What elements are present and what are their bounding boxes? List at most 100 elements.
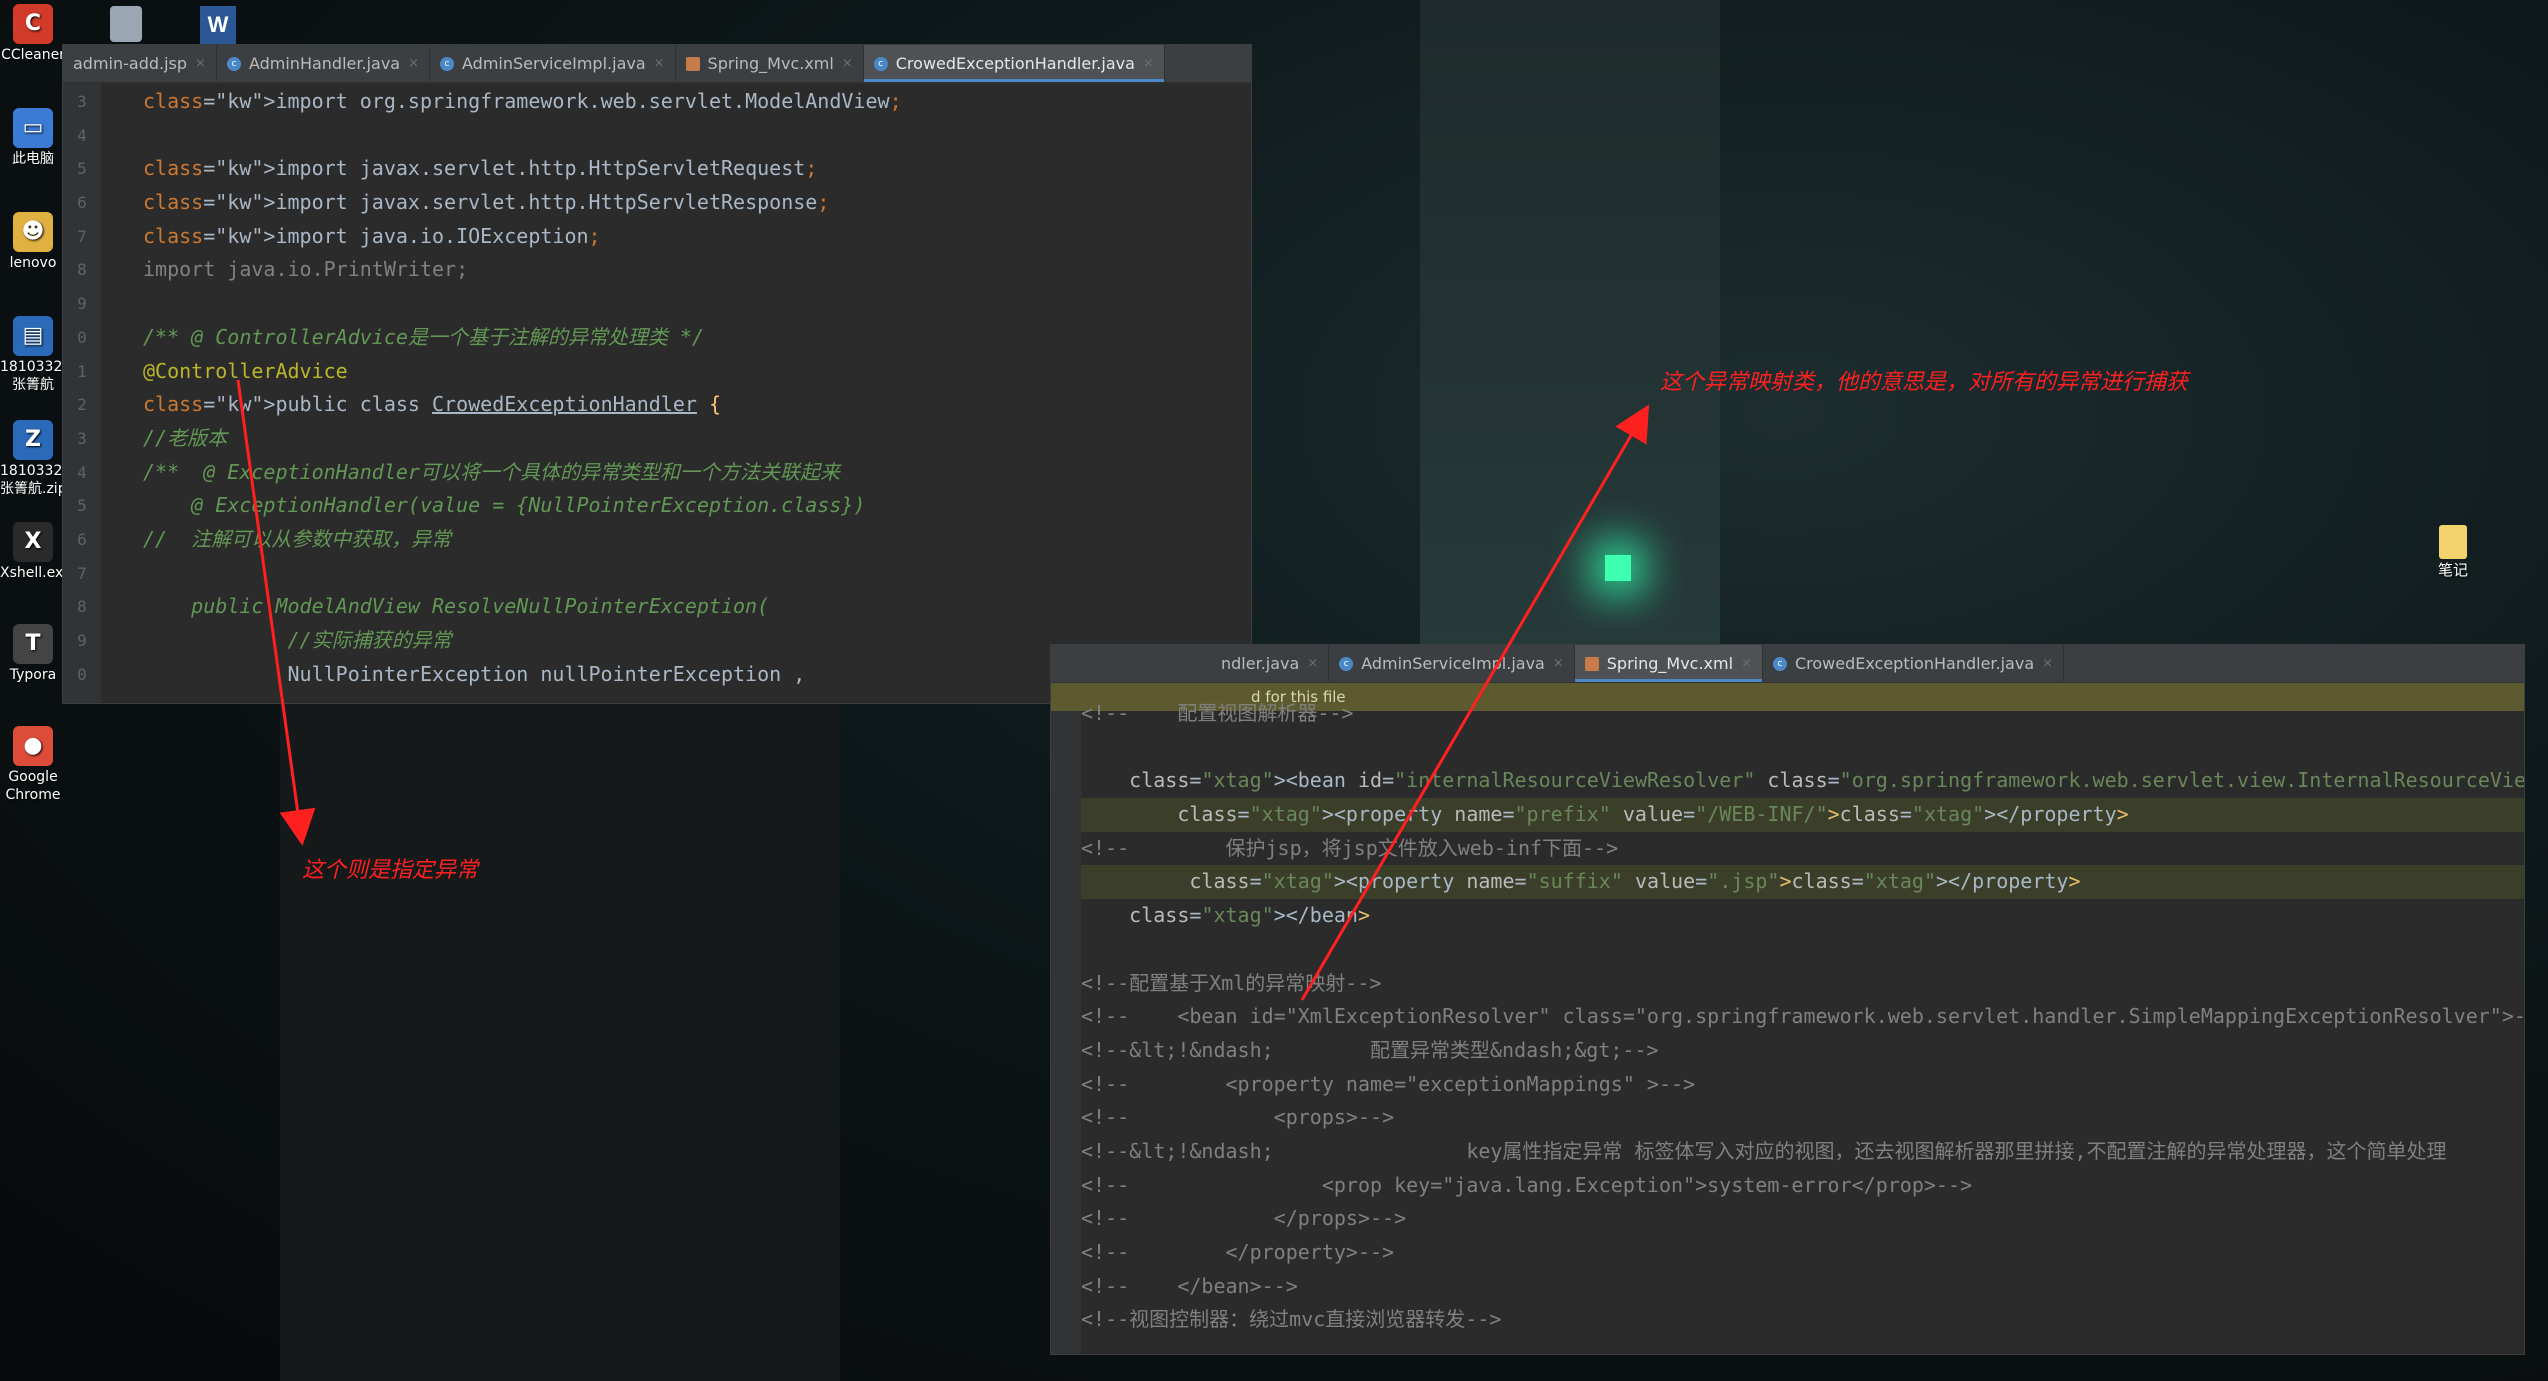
xml-editor-window[interactable]: ndler.java × c AdminServiceImpl.java × Spring…: [1050, 644, 2525, 1355]
desktop-icon[interactable]: ☻ lenovo: [0, 212, 66, 272]
close-icon[interactable]: ×: [1307, 656, 1318, 671]
code-line[interactable]: class="xtag"><bean id="internalResourceV…: [1081, 764, 2524, 798]
wallpaper-light: [1605, 555, 1631, 581]
code-line[interactable]: <!-- </props>-->: [1081, 1202, 2524, 1236]
code-line[interactable]: class="kw">import org.springframework.we…: [143, 85, 1251, 119]
code-lines[interactable]: <!-- 配置视图解析器--> class="xtag"><bean id="i…: [1081, 697, 2524, 1337]
code-line[interactable]: [143, 557, 1251, 591]
code-line[interactable]: public ModelAndView ResolveNullPointerEx…: [143, 590, 1251, 624]
java-editor-window[interactable]: admin-add.jsp × c AdminHandler.java × c AdminS…: [62, 44, 1252, 704]
tab-label: CrowedExceptionHandler.java: [1794, 654, 2035, 673]
desktop-icon[interactable]: ▭ 此电脑: [0, 108, 66, 168]
code-line[interactable]: <!-- 配置视图解析器-->: [1081, 697, 2524, 731]
code-line[interactable]: <!-- 保护jsp，将jsp文件放入web-inf下面-->: [1081, 832, 2524, 866]
code-line[interactable]: [1081, 731, 2524, 765]
tab-label: Spring_Mvc.xml: [1606, 654, 1734, 673]
code-line[interactable]: <!--视图控制器：绕过mvc直接浏览器转发-->: [1081, 1303, 2524, 1337]
desktop-icon[interactable]: ● Google Chrome: [0, 726, 66, 804]
close-icon[interactable]: ×: [654, 56, 665, 71]
close-icon[interactable]: ×: [1553, 656, 1564, 671]
line-number: 7: [77, 226, 87, 246]
desktop-icon[interactable]: T Typora: [0, 624, 66, 684]
code-line[interactable]: <!--&lt;!&ndash; 配置异常类型&ndash;&gt;-->: [1081, 1034, 2524, 1068]
line-number: 5: [77, 496, 87, 516]
close-icon[interactable]: ×: [1741, 656, 1752, 671]
code-line[interactable]: /** @ ControllerAdvice是一个基于注解的异常处理类 */: [143, 321, 1251, 355]
close-icon[interactable]: ×: [195, 56, 206, 71]
xml-code-area[interactable]: <!-- 配置视图解析器--> class="xtag"><bean id="i…: [1051, 701, 2524, 1354]
desktop-icon[interactable]: X Xshell.exe: [0, 522, 72, 582]
code-line[interactable]: <!-- </property>-->: [1081, 1236, 2524, 1270]
app-icon: ☻: [13, 212, 53, 252]
app-icon: C: [13, 4, 53, 44]
close-icon[interactable]: ×: [1143, 56, 1154, 71]
code-line[interactable]: <!-- <bean id="XmlExceptionResolver" cla…: [1081, 1000, 2524, 1034]
code-line[interactable]: class="xtag"></bean>: [1081, 899, 2524, 933]
editor-tab[interactable]: ndler.java ×: [1211, 645, 1330, 682]
desktop-icon-label: Xshell.exe: [0, 565, 72, 581]
tab-label: AdminHandler.java: [248, 54, 401, 73]
code-line[interactable]: import java.io.PrintWriter;: [143, 253, 1251, 287]
editor-tab[interactable]: Spring_Mvc.xml ×: [1574, 645, 1763, 682]
editor-tab[interactable]: c AdminServiceImpl.java ×: [1329, 645, 1575, 682]
code-line[interactable]: <!-- <props>-->: [1081, 1101, 2524, 1135]
desktop-icon-label: Typora: [9, 667, 57, 683]
tab-label: ndler.java: [1221, 654, 1300, 673]
code-line[interactable]: class="xtag"><property name="suffix" val…: [1081, 865, 2524, 900]
desktop-icon-notes[interactable]: 笔记: [2420, 525, 2486, 580]
code-line[interactable]: [143, 119, 1251, 153]
code-line[interactable]: class="xtag"><property name="prefix" val…: [1081, 798, 2524, 832]
code-line[interactable]: <!--&lt;!&ndash; key属性指定异常 标签体写入对应的视图，还去…: [1081, 1135, 2524, 1169]
tab-label: AdminServiceImpl.java: [462, 54, 646, 73]
editor-tab[interactable]: Spring_Mvc.xml ×: [676, 45, 864, 82]
app-icon: T: [13, 624, 53, 664]
code-line[interactable]: <!-- <property name="exceptionMappings" …: [1081, 1068, 2524, 1102]
desktop-icon-label: 18103320 张箐航.zip: [0, 463, 72, 497]
app-icon: ●: [13, 726, 53, 766]
editor-tab[interactable]: c CrowedExceptionHandler.java ×: [1763, 645, 2065, 682]
desktop-icon[interactable]: ▤ 18103320 张箐航: [0, 316, 72, 394]
line-number: 4: [77, 125, 87, 145]
line-number: 8: [77, 597, 87, 617]
editor-tab[interactable]: admin-add.jsp ×: [63, 45, 217, 82]
code-line[interactable]: // 注解可以从参数中获取，异常: [143, 523, 1251, 557]
close-icon[interactable]: ×: [408, 56, 419, 71]
code-line[interactable]: class="kw">import javax.servlet.http.Htt…: [143, 186, 1251, 220]
desktop-icon[interactable]: C CCleaner: [0, 4, 66, 64]
code-line[interactable]: <!-- </bean>-->: [1081, 1270, 2524, 1304]
code-line[interactable]: class="kw">import javax.servlet.http.Htt…: [143, 152, 1251, 186]
wallpaper-building: [280, 700, 840, 1381]
line-number: 0: [77, 664, 87, 684]
word-document-icon[interactable]: W: [200, 6, 236, 44]
code-line[interactable]: @ ExceptionHandler(value = {NullPointerE…: [143, 489, 1251, 523]
editor-tab[interactable]: c AdminServiceImpl.java ×: [430, 45, 676, 82]
java-code-area[interactable]: 3 4 5 6 7 8 9 0 1 2 3 4 5 6 7 8 9 0 class="kw">import org…: [63, 83, 1251, 703]
recycle-bin-icon[interactable]: [110, 6, 142, 42]
code-line[interactable]: //老版本: [143, 422, 1251, 456]
close-icon[interactable]: ×: [842, 56, 853, 71]
code-line[interactable]: <!-- <prop key="java.lang.Exception">sys…: [1081, 1169, 2524, 1203]
desktop-icon-label: CCleaner: [1, 47, 65, 63]
close-icon[interactable]: ×: [2042, 656, 2053, 671]
editor-tab[interactable]: c CrowedExceptionHandler.java ×: [863, 45, 1165, 82]
app-icon: Z: [13, 420, 53, 460]
code-line[interactable]: class="kw">import java.io.IOException;: [143, 220, 1251, 254]
line-number: 7: [77, 563, 87, 583]
editor-tab-bar: admin-add.jsp × c AdminHandler.java × c AdminS…: [63, 45, 1251, 83]
line-number: 9: [77, 294, 87, 314]
code-line[interactable]: @ControllerAdvice: [143, 355, 1251, 389]
editor-tab[interactable]: c AdminHandler.java ×: [217, 45, 430, 82]
desktop-icon[interactable]: Z 18103320 张箐航.zip: [0, 420, 72, 498]
code-line[interactable]: class="kw">public class CrowedExceptionH…: [143, 388, 1251, 422]
line-number: 2: [77, 395, 87, 415]
editor-tab-bar: ndler.java × c AdminServiceImpl.java × Spring…: [1051, 645, 2524, 683]
desktop-icon-label: lenovo: [9, 255, 57, 271]
line-number-gutter: [1051, 711, 1081, 1354]
annotation-exception-mapping: 这个异常映射类，他的意思是，对所有的异常进行捕获: [1660, 370, 2189, 395]
code-line[interactable]: [1081, 933, 2524, 967]
desktop-icon-label: 18103320 张箐航: [0, 359, 72, 393]
code-line[interactable]: /** @ ExceptionHandler可以将一个具体的异常类型和一个方法关…: [143, 456, 1251, 490]
code-line[interactable]: <!--配置基于Xml的异常映射-->: [1081, 967, 2524, 1001]
code-line[interactable]: [143, 287, 1251, 321]
code-lines[interactable]: class="kw">import org.springframework.we…: [143, 85, 1251, 691]
